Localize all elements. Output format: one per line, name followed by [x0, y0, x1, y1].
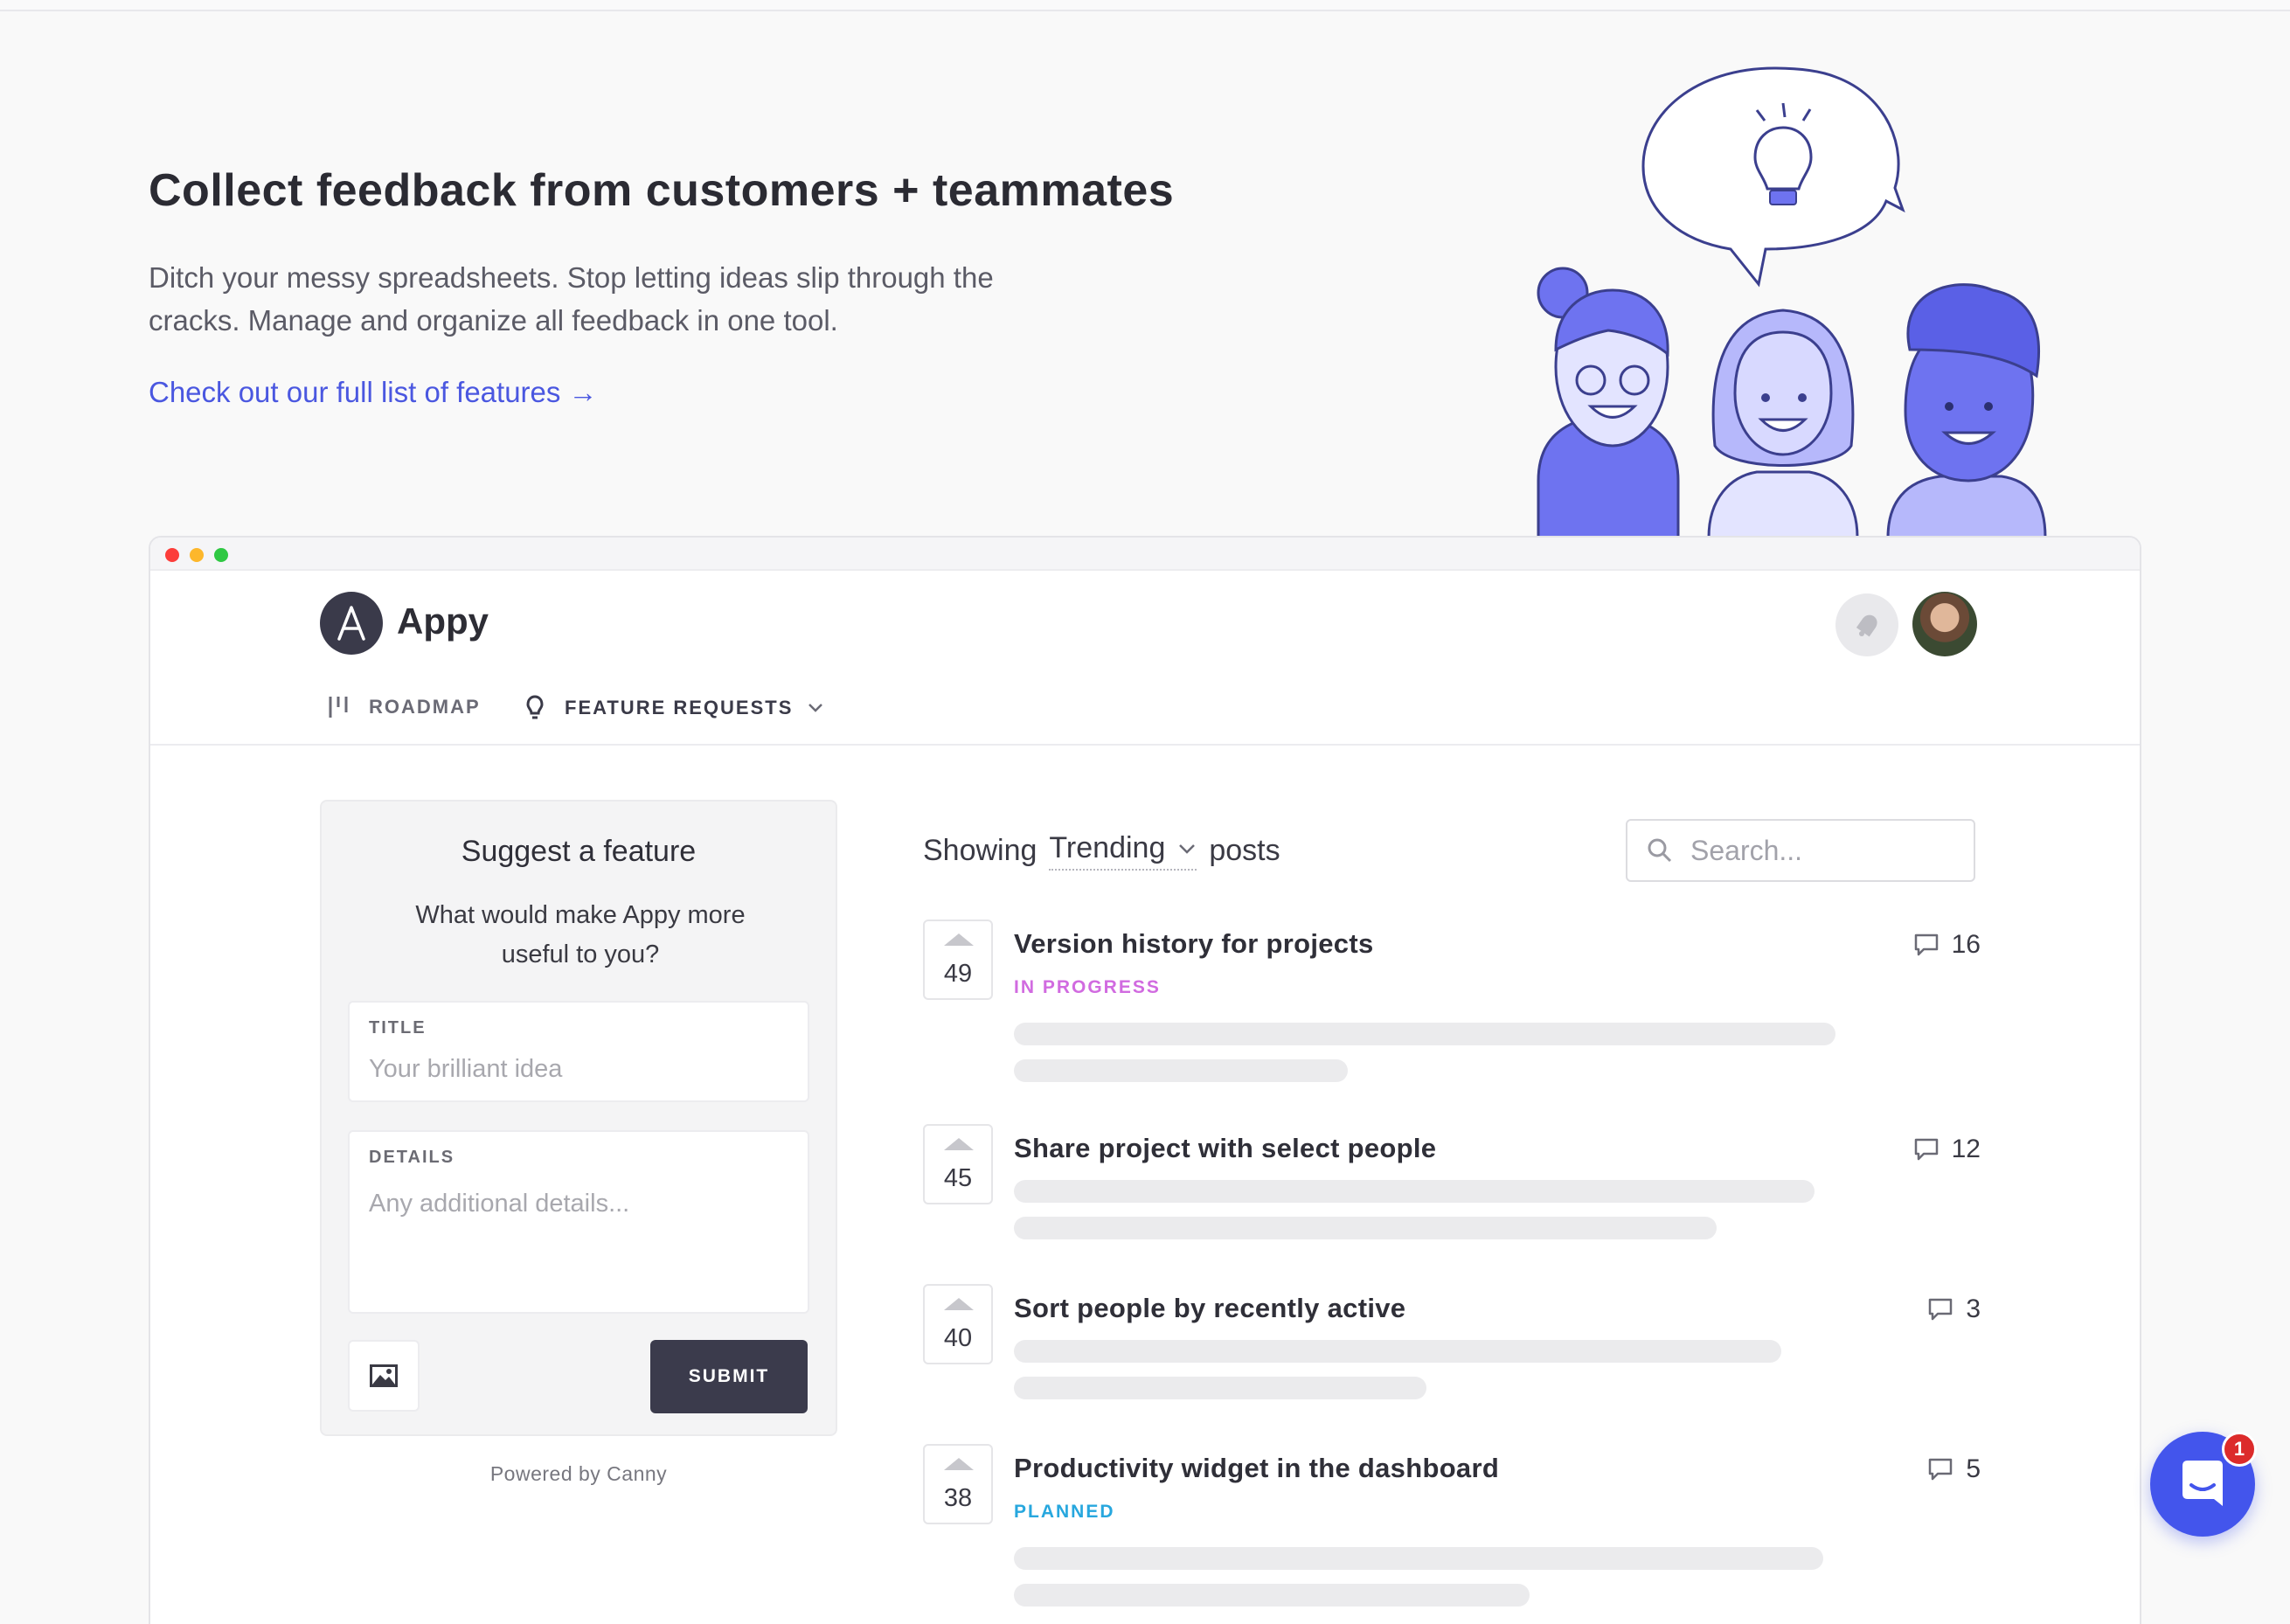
maximize-dot[interactable] — [214, 548, 228, 562]
window-titlebar — [150, 538, 2140, 571]
showing-label: Showing — [923, 834, 1037, 867]
placeholder-line — [1014, 1059, 1348, 1082]
placeholder-line — [1014, 1340, 1781, 1363]
app-window: Appy ROADMAP FEATURE REQUESTS Suggest a … — [149, 536, 2141, 1624]
features-link[interactable]: Check out our full list of features → — [149, 376, 598, 409]
hero-title: Collect feedback from customers + teamma… — [149, 165, 1175, 216]
post-title[interactable]: Version history for projects — [1014, 928, 1374, 960]
app-logo-icon — [337, 606, 365, 641]
suggest-title: Suggest a feature — [461, 835, 697, 868]
lightbulb-icon — [526, 695, 544, 719]
title-label: TITLE — [369, 1018, 427, 1038]
vote-count: 40 — [943, 1324, 973, 1352]
posts-label: posts — [1209, 834, 1280, 867]
post-title[interactable]: Share project with select people — [1014, 1133, 1436, 1164]
comment-count: 5 — [1927, 1454, 1981, 1484]
title-input[interactable]: Your brilliant idea — [369, 1055, 562, 1084]
search-placeholder: Search... — [1690, 834, 1803, 866]
comment-icon — [1914, 933, 1938, 956]
comment-count-value: 12 — [1951, 1135, 1981, 1163]
vote-count: 49 — [943, 960, 973, 988]
sort-value: Trending — [1049, 831, 1166, 864]
nav-feature-requests-label: FEATURE REQUESTS — [565, 697, 794, 718]
nav-roadmap-label: ROADMAP — [369, 696, 481, 718]
comment-count-value: 5 — [1966, 1454, 1981, 1483]
upvote-button[interactable]: 40 — [923, 1284, 993, 1364]
details-input[interactable]: Any additional details... — [369, 1190, 629, 1218]
placeholder-line — [1014, 1180, 1815, 1203]
placeholder-line — [1014, 1377, 1426, 1399]
hero-description: Ditch your messy spreadsheets. Stop lett… — [149, 261, 994, 337]
upvote-button[interactable]: 45 — [923, 1124, 993, 1204]
comment-icon — [1929, 1298, 1953, 1321]
chat-notification-badge: 1 — [2222, 1432, 2257, 1467]
placeholder-line — [1014, 1547, 1823, 1570]
comment-count: 16 — [1913, 930, 1981, 960]
submit-button[interactable]: SUBMIT — [650, 1340, 808, 1413]
nav-roadmap[interactable]: ROADMAP — [327, 695, 481, 719]
title-field[interactable]: TITLE Your brilliant idea — [348, 1001, 809, 1102]
bell-icon — [1856, 614, 1877, 637]
chat-icon — [2182, 1461, 2223, 1506]
upvote-button[interactable]: 38 — [923, 1444, 993, 1524]
vote-count: 45 — [943, 1164, 973, 1192]
comment-count: 12 — [1913, 1135, 1981, 1164]
comment-icon — [1929, 1458, 1953, 1481]
search-input[interactable]: Search... — [1626, 819, 1975, 882]
status-badge: IN PROGRESS — [1014, 977, 1161, 997]
upvote-arrow-icon — [944, 933, 974, 946]
image-icon — [370, 1364, 398, 1387]
upvote-arrow-icon — [944, 1298, 974, 1310]
suggest-feature-panel: Suggest a feature What would make Appy m… — [320, 800, 837, 1436]
details-field[interactable]: DETAILS Any additional details... — [348, 1130, 809, 1314]
showing-filter: Showing Trending posts — [923, 831, 1280, 871]
comment-count-value: 3 — [1966, 1294, 1981, 1323]
attach-image-button[interactable] — [348, 1340, 420, 1412]
upvote-arrow-icon — [944, 1138, 974, 1150]
comment-count-value: 16 — [1951, 930, 1981, 959]
upvote-arrow-icon — [944, 1458, 974, 1470]
app-header: Appy ROADMAP FEATURE REQUESTS — [150, 571, 2140, 746]
nav-feature-requests[interactable]: FEATURE REQUESTS — [524, 695, 824, 721]
sort-dropdown[interactable]: Trending — [1049, 831, 1197, 871]
details-label: DETAILS — [369, 1148, 455, 1167]
team-illustration — [1537, 66, 2047, 538]
app-logo[interactable] — [320, 592, 383, 655]
chevron-down-icon — [808, 704, 823, 712]
app-name: Appy — [397, 600, 489, 642]
search-icon — [1648, 838, 1672, 863]
notifications-button[interactable] — [1835, 593, 1898, 656]
person-1 — [1537, 267, 1680, 538]
placeholder-line — [1014, 1584, 1530, 1607]
chevron-down-icon — [1179, 843, 1196, 854]
placeholder-line — [1014, 1023, 1835, 1045]
post-title[interactable]: Sort people by recently active — [1014, 1293, 1405, 1324]
comment-icon — [1914, 1138, 1938, 1161]
powered-by[interactable]: Powered by Canny — [320, 1462, 837, 1486]
person-2 — [1707, 309, 1859, 538]
person-3 — [1886, 283, 2047, 538]
comment-count: 3 — [1927, 1294, 1981, 1324]
placeholder-line — [1014, 1217, 1717, 1239]
close-dot[interactable] — [165, 548, 179, 562]
suggest-subtitle: What would make Appy more useful to you? — [415, 901, 746, 968]
vote-count: 38 — [943, 1484, 973, 1512]
roadmap-icon — [329, 697, 348, 718]
post-title[interactable]: Productivity widget in the dashboard — [1014, 1453, 1499, 1484]
minimize-dot[interactable] — [190, 548, 204, 562]
top-border — [0, 0, 2290, 11]
status-badge: PLANNED — [1014, 1502, 1115, 1522]
user-avatar[interactable] — [1912, 592, 1977, 656]
upvote-button[interactable]: 49 — [923, 920, 993, 1000]
